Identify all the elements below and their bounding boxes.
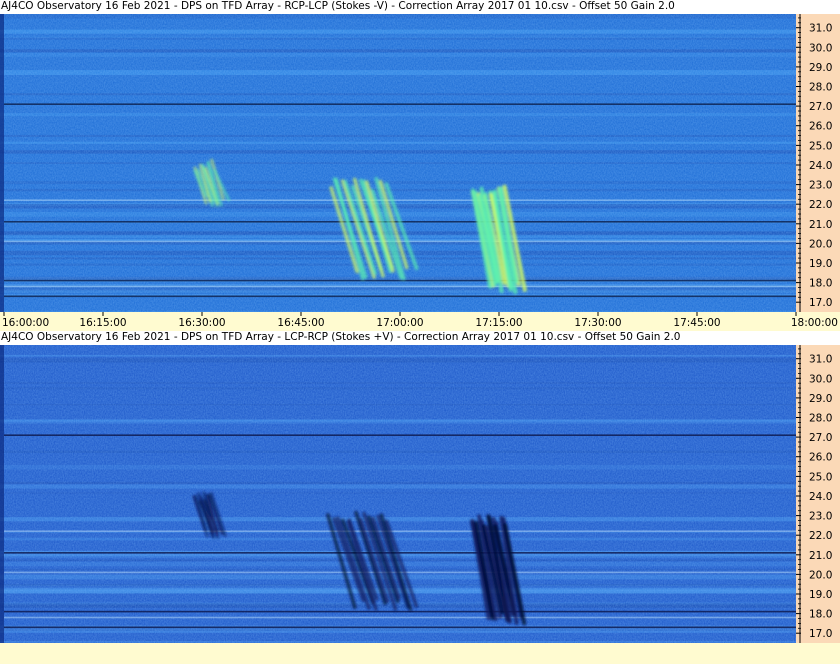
frequency-tick-label: 19.0 <box>809 258 832 270</box>
interference-line <box>4 295 796 298</box>
time-tick-label: 16:00:00 <box>2 317 49 329</box>
interference-line <box>4 626 796 629</box>
frequency-tick-label: 29.0 <box>809 62 832 74</box>
spectrogram-image-bottom <box>0 345 796 643</box>
frequency-tick-label: 20.0 <box>809 238 832 250</box>
interference-line <box>4 279 796 282</box>
frequency-tick-label: 22.0 <box>809 530 832 542</box>
frequency-tick-label: 22.0 <box>809 199 832 211</box>
frequency-tick-label: 23.0 <box>809 511 832 523</box>
spectrogram-panel-bottom-title: AJ4CO Observatory 16 Feb 2021 - DPS on T… <box>1 331 681 343</box>
spectrogram-panel-bottom: 17.0 18.0 19.0 20.0 21.0 22.0 23.0 24.0 25.0 26.0… <box>0 345 840 643</box>
time-tick-label: 16:30:00 <box>178 317 225 329</box>
interference-line <box>4 530 796 532</box>
interference-line <box>4 552 796 554</box>
frequency-tick-label: 28.0 <box>809 82 832 94</box>
left-edge-band <box>0 345 4 643</box>
frequency-tick-label: 26.0 <box>809 121 832 133</box>
frequency-tick-label: 20.0 <box>809 569 832 581</box>
frequency-tick-label: 21.0 <box>809 219 832 231</box>
frequency-tick-label: 30.0 <box>809 373 832 385</box>
interference-line <box>4 610 796 613</box>
interference-line <box>4 199 796 201</box>
frequency-tick-label: 27.0 <box>809 432 832 444</box>
time-tick-label: 17:15:00 <box>475 317 522 329</box>
frequency-tick-label: 31.0 <box>809 354 832 366</box>
time-tick-label: 16:15:00 <box>79 317 126 329</box>
time-axis: 16:00:00 16:15:00 16:30:00 16:45:00 17:00:00… <box>0 312 840 331</box>
frequency-tick-label: 18.0 <box>809 278 832 290</box>
frequency-tick-label: 25.0 <box>809 471 832 483</box>
frequency-tick-label: 23.0 <box>809 180 832 192</box>
time-tick-label: 16:45:00 <box>277 317 324 329</box>
interference-line <box>4 434 796 436</box>
time-tick-label: 18:00:00 <box>791 317 838 329</box>
frequency-tick-label: 29.0 <box>809 393 832 405</box>
frequency-tick-label: 17.0 <box>809 297 832 309</box>
frequency-axis-top: 17.0 18.0 19.0 20.0 21.0 22.0 23.0 24.0 25.0 26.0… <box>796 14 840 312</box>
frequency-axis-bottom: 17.0 18.0 19.0 20.0 21.0 22.0 23.0 24.0 25.0 26.0… <box>796 345 840 643</box>
frequency-tick-label: 24.0 <box>809 160 832 172</box>
spectrogram-panel-top-title: AJ4CO Observatory 16 Feb 2021 - DPS on T… <box>1 0 675 12</box>
interference-line <box>4 616 796 619</box>
frequency-tick-label: 26.0 <box>809 452 832 464</box>
left-edge-band <box>0 14 4 312</box>
interference-line <box>4 103 796 105</box>
bottom-strip <box>0 643 840 664</box>
frequency-tick-label: 19.0 <box>809 589 832 601</box>
frequency-tick-label: 24.0 <box>809 491 832 503</box>
frequency-tick-label: 21.0 <box>809 550 832 562</box>
time-tick-label: 17:30:00 <box>574 317 621 329</box>
frequency-tick-label: 17.0 <box>809 628 832 640</box>
frequency-tick-label: 28.0 <box>809 413 832 425</box>
time-tick-label: 17:45:00 <box>673 317 720 329</box>
spectrogram-image-top <box>0 14 796 312</box>
frequency-tick-label: 30.0 <box>809 42 832 54</box>
interference-line <box>4 285 796 288</box>
frequency-tick-label: 27.0 <box>809 101 832 113</box>
time-tick-label: 17:00:00 <box>376 317 423 329</box>
spectrogram-panel-top: 17.0 18.0 19.0 20.0 21.0 22.0 23.0 24.0 25.0 26.0… <box>0 14 840 312</box>
frequency-tick-label: 18.0 <box>809 609 832 621</box>
frequency-tick-label: 25.0 <box>809 140 832 152</box>
frequency-tick-label: 31.0 <box>809 23 832 35</box>
